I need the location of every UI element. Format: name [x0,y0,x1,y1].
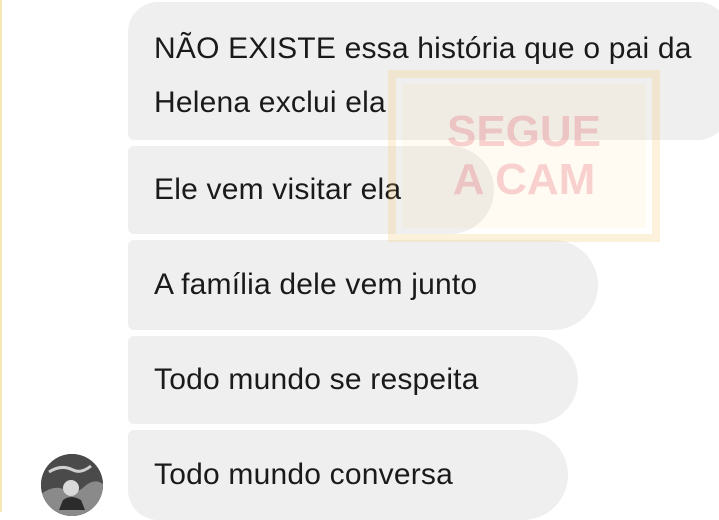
message-text-2: Ele vem visitar ela [154,173,402,206]
sender-avatar[interactable] [41,454,103,516]
message-bubble-1[interactable]: NÃO EXISTE essa história que o pai da He… [128,2,719,140]
message-bubble-2[interactable]: Ele vem visitar ela [128,146,494,234]
message-bubble-3[interactable]: A família dele vem junto [128,240,598,330]
message-bubble-5[interactable]: Todo mundo conversa [128,430,568,520]
message-thread: NÃO EXISTE essa história que o pai da He… [0,0,719,520]
message-bubble-4[interactable]: Todo mundo se respeita [128,336,578,424]
message-text-1: NÃO EXISTE essa história que o pai da He… [154,32,692,119]
message-text-5: Todo mundo conversa [154,458,453,491]
message-text-4: Todo mundo se respeita [154,363,479,396]
message-text-3: A família dele vem junto [154,268,478,301]
avatar-image-icon [41,454,103,516]
